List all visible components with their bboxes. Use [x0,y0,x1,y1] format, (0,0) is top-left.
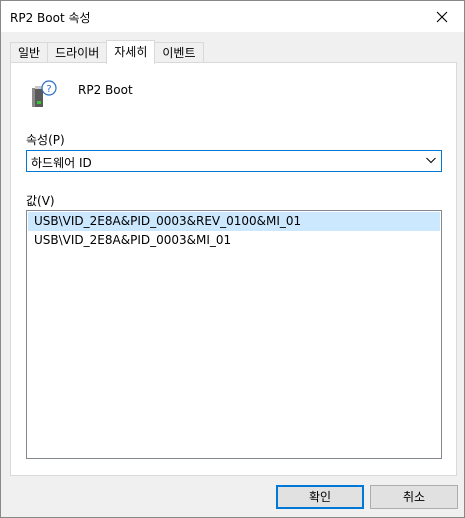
close-icon [436,11,447,22]
cancel-button[interactable]: 취소 [370,485,458,509]
properties-dialog: RP2 Boot 속성 일반 드라이버 자세히 이벤트 ? RP2 Boot 속… [0,0,465,518]
value-label: 값(V) [26,194,55,208]
device-name: RP2 Boot [78,83,133,97]
list-item[interactable]: USB\VID_2E8A&PID_0003&MI_01 [28,231,440,250]
tab-details[interactable]: 자세히 [106,40,156,64]
usb-device-unknown-icon: ? [32,80,57,107]
window-title: RP2 Boot 속성 [10,11,91,25]
property-dropdown-value: 하드웨어 ID [31,156,92,170]
value-listbox[interactable]: USB\VID_2E8A&PID_0003&REV_0100&MI_01 USB… [26,210,442,459]
svg-text:?: ? [46,84,51,95]
list-item[interactable]: USB\VID_2E8A&PID_0003&REV_0100&MI_01 [28,212,440,231]
close-button[interactable] [419,1,464,32]
tab-strip: 일반 드라이버 자세히 이벤트 [10,40,204,64]
title-bar[interactable]: RP2 Boot 속성 [1,1,464,32]
tab-driver[interactable]: 드라이버 [47,42,108,64]
tab-general[interactable]: 일반 [10,42,49,64]
property-dropdown[interactable]: 하드웨어 ID [26,150,442,172]
tab-events[interactable]: 이벤트 [154,42,204,64]
ok-button[interactable]: 확인 [276,485,364,509]
chevron-down-icon [426,157,436,164]
property-label: 속성(P) [26,133,65,147]
details-panel: ? RP2 Boot 속성(P) 하드웨어 ID 값(V) USB\VID_2E… [10,62,457,476]
